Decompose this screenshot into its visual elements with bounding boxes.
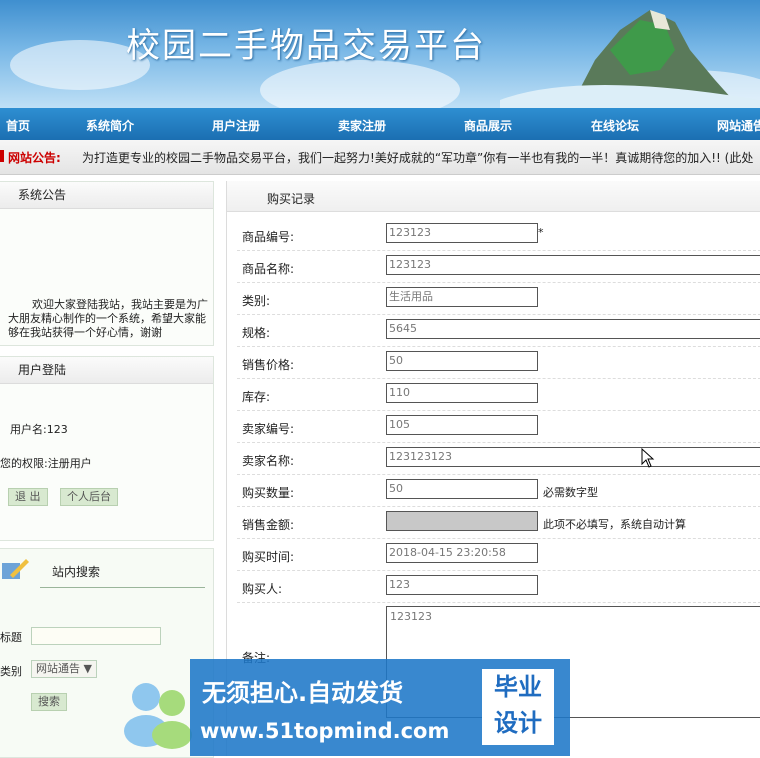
form-row: 销售价格: 50 [237,346,760,379]
watermark-line1: 无须担心.自动发货 [202,679,404,707]
form-row: 卖家名称: 123123123 [237,442,760,475]
spec-label: 规格: [242,326,271,340]
product-name-field[interactable]: 123123 [386,255,760,275]
mouse-cursor-icon [641,448,655,468]
form-row: 商品名称: 123123 [237,250,760,283]
main-nav: 首页 系统简介 用户注册 卖家注册 商品展示 在线论坛 网站通告 [0,108,760,140]
amount-label: 销售金额: [242,518,295,532]
watermark-badge: 毕业 设计 [482,669,554,745]
price-label: 销售价格: [242,358,295,372]
form-row: 商品编号: 123123 * [237,218,760,251]
chevron-down-icon: ▼ [83,662,92,675]
form-row: 类别: 生活用品 [237,282,760,315]
site-title: 校园二手物品交易平台 [126,26,486,66]
login-panel: 用户登陆 用户名:123 您的权限:注册用户 退 出 个人后台 [0,356,214,541]
watermark-overlay: 无须担心.自动发货 www.51topmind.com 毕业 设计 [190,659,570,756]
quantity-label: 购买数量: [242,486,295,500]
stock-field[interactable]: 110 [386,383,538,403]
chat-people-icon [124,683,192,749]
nav-intro[interactable]: 系统简介 [86,117,134,134]
logout-button[interactable]: 退 出 [8,488,48,506]
purchase-record-header: 购买记录 [227,181,760,212]
seller-name-label: 卖家名称: [242,454,295,468]
mountain-image [500,10,760,108]
nav-home[interactable]: 首页 [6,117,30,134]
form-row: 卖家编号: 105 [237,410,760,443]
purchase-record-title: 购买记录 [267,192,316,206]
purchase-time-field[interactable]: 2018-04-15 23:20:58 [386,543,538,563]
stock-label: 库存: [242,390,271,404]
username-text: 用户名:123 [10,423,68,436]
nav-products[interactable]: 商品展示 [464,117,512,134]
required-mark: * [538,226,544,239]
buyer-label: 购买人: [242,582,283,596]
quantity-hint: 必需数字型 [543,486,598,499]
banner: 校园二手物品交易平台 [0,0,760,108]
category-value: 网站通告 [36,662,80,675]
form-row: 库存: 110 [237,378,760,411]
category-field[interactable]: 生活用品 [386,287,538,307]
permission-text: 您的权限:注册用户 [0,457,92,470]
search-title: 站内搜索 [52,565,101,579]
form-row: 购买时间: 2018-04-15 23:20:58 [237,538,760,571]
announcement-panel: 系统公告 欢迎大家登陆我站，我站主要是为广大朋友精心制作的一个系统，希望大家能够… [0,181,214,346]
price-field[interactable]: 50 [386,351,538,371]
login-title: 用户登陆 [0,357,213,384]
seller-id-label: 卖家编号: [242,422,295,436]
quantity-field[interactable]: 50 [386,479,538,499]
search-panel: 站内搜索 标题 类别 网站通告 ▼ 搜索 [0,548,214,758]
nav-forum[interactable]: 在线论坛 [591,117,639,134]
search-title-label: 标题 [0,631,22,644]
product-id-label: 商品编号: [242,230,295,244]
seller-id-field[interactable]: 105 [386,415,538,435]
nav-seller-register[interactable]: 卖家注册 [338,117,386,134]
seller-name-field[interactable]: 123123123 [386,447,760,467]
form-row: 销售金额: 此项不必填写，系统自动计算 [237,506,760,539]
personal-backend-button[interactable]: 个人后台 [60,488,118,506]
form-row: 规格: 5645 [237,314,760,347]
nav-announcement[interactable]: 网站通告 [717,117,760,134]
notice-marker [0,150,4,162]
purchase-time-label: 购买时间: [242,550,295,564]
category-label: 类别: [242,294,271,308]
spec-field[interactable]: 5645 [386,319,760,339]
notice-text: 为打造更专业的校园二手物品交易平台，我们一起努力!美好成就的“军功章”你有一半也… [82,151,754,165]
search-category-label: 类别 [0,665,22,678]
category-select[interactable]: 网站通告 ▼ [31,660,97,678]
announcement-text: 欢迎大家登陆我站，我站主要是为广大朋友精心制作的一个系统，希望大家能够在我站获得… [8,298,208,339]
amount-field [386,511,538,531]
pencil-icon [2,559,29,579]
search-input[interactable] [31,627,161,645]
notice-label: 网站公告: [8,151,61,165]
product-id-field[interactable]: 123123 [386,223,538,243]
search-divider [40,587,205,588]
watermark-badge-line1: 毕业 [494,673,542,701]
watermark-url: www.51topmind.com [200,719,450,743]
form-row: 购买人: 123 [237,570,760,603]
product-name-label: 商品名称: [242,262,295,276]
form-row: 购买数量: 50 必需数字型 [237,474,760,507]
search-button[interactable]: 搜索 [31,693,67,711]
notice-bar: 网站公告: 为打造更专业的校园二手物品交易平台，我们一起努力!美好成就的“军功章… [0,140,760,175]
watermark-badge-line2: 设计 [494,709,542,737]
announcement-title: 系统公告 [0,182,213,209]
nav-user-register[interactable]: 用户注册 [212,117,260,134]
buyer-field[interactable]: 123 [386,575,538,595]
amount-hint: 此项不必填写，系统自动计算 [543,518,686,531]
